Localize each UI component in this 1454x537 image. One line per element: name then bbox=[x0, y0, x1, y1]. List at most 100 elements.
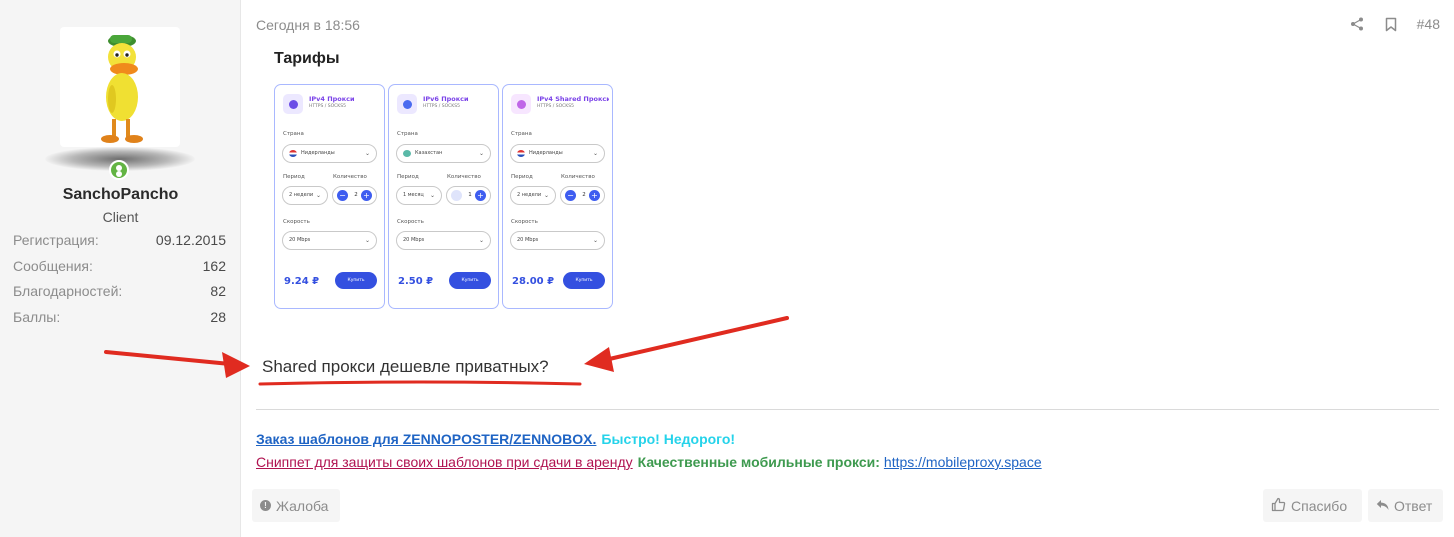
buy-button: Купить bbox=[335, 272, 377, 289]
stat-row-registration: Регистрация: 09.12.2015 bbox=[13, 232, 226, 258]
signature-line-1: Заказ шаблонов для ZENNOPOSTER/ZENNOBOX.… bbox=[256, 431, 735, 447]
speed-label: Скорость bbox=[511, 219, 538, 225]
plan-protocols: HTTPS / SOCKS5 bbox=[309, 104, 346, 109]
chevron-down-icon: ⌄ bbox=[543, 192, 549, 199]
signature-divider bbox=[256, 409, 1439, 410]
speed-value: 20 Mbps bbox=[517, 237, 539, 243]
quantity-stepper: −1 + bbox=[446, 186, 491, 205]
post-date[interactable]: Сегодня в 18:56 bbox=[256, 17, 360, 33]
user-stats: Регистрация: 09.12.2015 Сообщения: 162 Б… bbox=[13, 232, 226, 335]
country-value: Нидерланды bbox=[301, 150, 335, 156]
country-select: Казахстан ⌄ bbox=[396, 144, 491, 163]
chevron-down-icon: ⌄ bbox=[364, 150, 370, 157]
plus-icon: + bbox=[361, 190, 372, 201]
post-question-text: Shared прокси дешевле приватных? bbox=[262, 357, 549, 376]
speed-value: 20 Mbps bbox=[289, 237, 311, 243]
chevron-down-icon: ⌄ bbox=[592, 150, 598, 157]
reply-icon bbox=[1376, 498, 1389, 514]
like-button[interactable]: Спасибо bbox=[1263, 489, 1362, 522]
signature-link-templates[interactable]: Заказ шаблонов для ZENNOPOSTER/ZENNOBOX. bbox=[256, 431, 596, 447]
quantity-stepper: −2 + bbox=[560, 186, 605, 205]
thumbs-up-icon bbox=[1271, 497, 1286, 515]
period-label: Период bbox=[283, 174, 305, 180]
plan-name: IPv6 Прокси bbox=[423, 95, 469, 103]
signature-link-snippet[interactable]: Сниппет для защиты своих шаблонов при сд… bbox=[256, 454, 633, 470]
share-icon[interactable] bbox=[1349, 15, 1365, 33]
period-label: Период bbox=[511, 174, 533, 180]
speed-select: 20 Mbps ⌄ bbox=[396, 231, 491, 250]
stat-value[interactable]: 162 bbox=[203, 258, 226, 284]
like-label: Спасибо bbox=[1291, 497, 1348, 514]
period-label: Период bbox=[397, 174, 419, 180]
plan-card-ipv4: IPv4 Прокси HTTPS / SOCKS5 Страна Нидерл… bbox=[274, 84, 385, 309]
quantity-label: Количество bbox=[333, 174, 367, 180]
plan-card-ipv6: IPv6 Прокси HTTPS / SOCKS5 Страна Казахс… bbox=[388, 84, 499, 309]
rocket-icon bbox=[397, 94, 417, 114]
report-label: Жалоба bbox=[276, 497, 329, 514]
country-value: Казахстан bbox=[415, 150, 443, 156]
bookmark-icon[interactable] bbox=[1383, 15, 1399, 33]
user-panel: SanchoPancho Client Регистрация: 09.12.2… bbox=[0, 0, 241, 537]
report-button[interactable]: ! Жалоба bbox=[252, 489, 340, 522]
underline-stroke bbox=[258, 380, 582, 386]
quantity-value: 2 bbox=[582, 192, 586, 198]
report-icon: ! bbox=[260, 500, 271, 511]
country-label: Страна bbox=[397, 131, 418, 137]
plan-name: IPv4 Прокси bbox=[309, 95, 355, 103]
tariffs-image: Тарифы IPv4 Прокси HTTPS / SOCKS5 Страна… bbox=[272, 46, 617, 314]
country-label: Страна bbox=[511, 131, 532, 137]
speed-label: Скорость bbox=[283, 219, 310, 225]
chevron-down-icon: ⌄ bbox=[429, 192, 435, 199]
stat-row-thanks: Благодарностей: 82 bbox=[13, 283, 226, 309]
speed-label: Скорость bbox=[397, 219, 424, 225]
signature-url-link[interactable]: https://mobileproxy.space bbox=[884, 454, 1042, 470]
minus-icon: − bbox=[565, 190, 576, 201]
plan-price: 2.50 ₽ bbox=[398, 276, 434, 287]
buy-button: Купить bbox=[563, 272, 605, 289]
speed-value: 20 Mbps bbox=[403, 237, 425, 243]
country-select: Нидерланды ⌄ bbox=[510, 144, 605, 163]
speed-select: 20 Mbps ⌄ bbox=[510, 231, 605, 250]
plan-name: IPv4 Shared Прокси bbox=[537, 95, 609, 103]
tariffs-title: Тарифы bbox=[274, 50, 340, 67]
rocket-icon bbox=[511, 94, 531, 114]
duck-avatar-image bbox=[101, 35, 143, 143]
chevron-down-icon: ⌄ bbox=[364, 237, 370, 244]
stat-value: 09.12.2015 bbox=[155, 232, 226, 248]
user-title: Client bbox=[102, 209, 139, 225]
quantity-value: 2 bbox=[354, 192, 358, 198]
period-value: 2 недели bbox=[289, 192, 314, 198]
chevron-down-icon: ⌄ bbox=[592, 237, 598, 244]
period-value: 2 недели bbox=[517, 192, 542, 198]
stat-row-messages: Сообщения: 162 bbox=[13, 258, 226, 284]
period-select: 1 месяц ⌄ bbox=[396, 186, 442, 205]
stat-label: Благодарностей: bbox=[13, 283, 123, 300]
plan-protocols: HTTPS / SOCKS5 bbox=[423, 104, 460, 109]
stat-label: Сообщения: bbox=[13, 257, 93, 274]
reply-label: Ответ bbox=[1394, 497, 1433, 514]
chevron-down-icon: ⌄ bbox=[478, 150, 484, 157]
stat-value: 82 bbox=[210, 283, 226, 300]
plan-protocols: HTTPS / SOCKS5 bbox=[537, 104, 574, 109]
plus-icon: + bbox=[589, 190, 600, 201]
quantity-stepper: −2 + bbox=[332, 186, 377, 205]
username[interactable]: SanchoPancho bbox=[0, 186, 241, 204]
stat-label: Баллы: bbox=[13, 309, 61, 326]
stat-row-points: Баллы: 28 bbox=[13, 309, 226, 335]
plan-price: 28.00 ₽ bbox=[512, 276, 555, 287]
period-select: 2 недели ⌄ bbox=[282, 186, 328, 205]
country-value: Нидерланды bbox=[529, 150, 563, 156]
quantity-value: 1 bbox=[468, 192, 472, 198]
post-number-link[interactable]: #48 bbox=[1417, 16, 1440, 32]
minus-icon: − bbox=[337, 190, 348, 201]
signature-promo-text: Быстро! Недорого! bbox=[601, 431, 736, 447]
country-label: Страна bbox=[283, 131, 304, 137]
reply-button[interactable]: Ответ bbox=[1368, 489, 1443, 522]
country-select: Нидерланды ⌄ bbox=[282, 144, 377, 163]
plan-price: 9.24 ₽ bbox=[284, 276, 320, 287]
avatar[interactable] bbox=[60, 27, 180, 147]
stat-value[interactable]: 28 bbox=[210, 309, 226, 335]
quantity-label: Количество bbox=[447, 174, 481, 180]
minus-icon: − bbox=[451, 190, 462, 201]
rocket-icon bbox=[283, 94, 303, 114]
